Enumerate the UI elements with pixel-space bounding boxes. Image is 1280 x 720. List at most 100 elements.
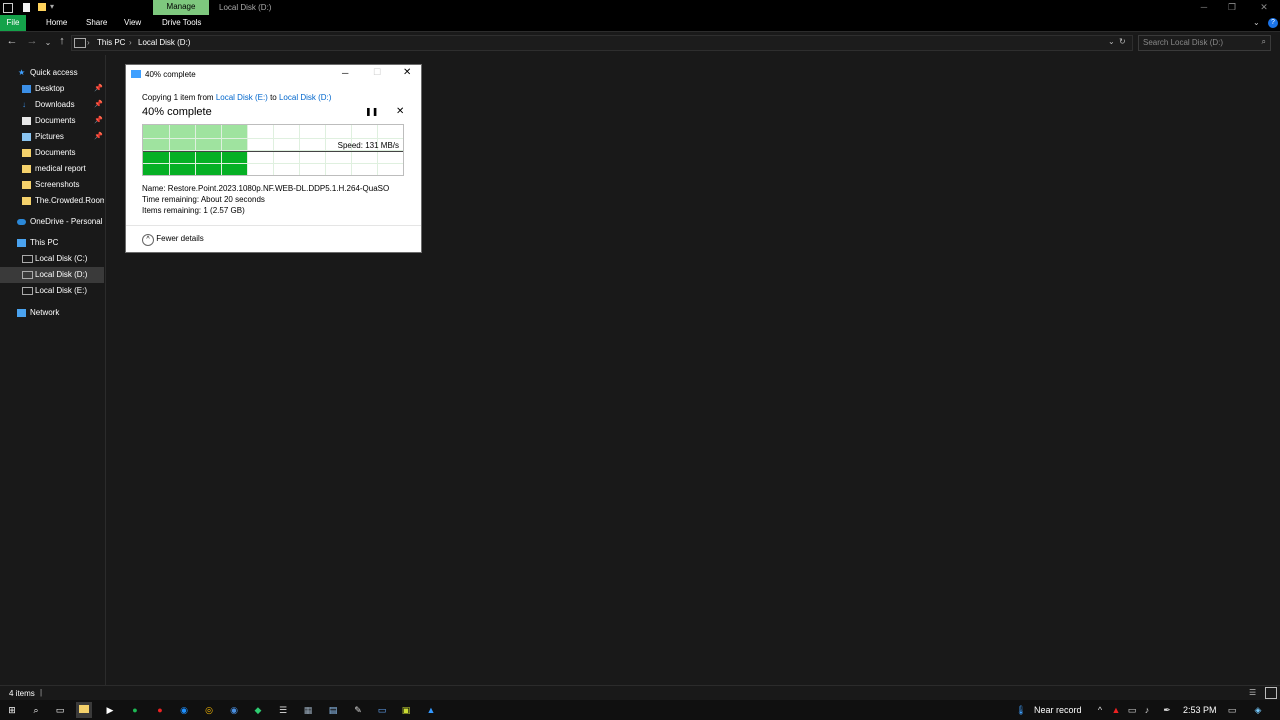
sidebar-item-documents[interactable]: Documents [0,145,104,161]
grid-line [143,137,403,139]
copying-summary: Copying 1 item from Local Disk (E:) to L… [142,93,332,102]
search-icon[interactable]: ⌕ [28,702,44,718]
file-explorer-taskbar-icon[interactable] [76,702,92,718]
dialog-minimize-button[interactable]: ─ [342,68,348,78]
large-icons-view-icon[interactable] [1265,687,1277,699]
record-icon[interactable]: ● [152,702,168,718]
image-viewer-icon[interactable]: ▦ [300,702,316,718]
minimize-button[interactable]: ─ [1190,0,1218,15]
fewer-details-button[interactable]: ^ Fewer details [142,234,204,246]
recent-locations-icon[interactable]: ⌄ [41,38,55,47]
tab-share[interactable]: Share [80,15,113,31]
restore-button[interactable]: ❐ [1218,0,1246,15]
dialog-close-button[interactable]: ✕ [403,67,411,78]
edge-icon[interactable]: ◉ [176,702,192,718]
window-title: Local Disk (D:) [219,3,272,12]
sticky-notes-icon[interactable]: ▣ [398,702,414,718]
sidebar-network[interactable]: Network [0,305,104,321]
browser-icon[interactable]: ◉ [226,702,242,718]
pen-workspace-icon[interactable]: ✒ [1159,702,1175,718]
sidebar-onedrive[interactable]: OneDrive - Personal [0,214,104,230]
sidebar-item-medical-report[interactable]: medical report [0,161,104,177]
up-icon[interactable]: ↑ [55,35,69,47]
time-row: Time remaining: About 20 seconds [142,195,265,204]
tab-file[interactable]: File [0,15,26,31]
back-icon[interactable]: ← [5,35,19,47]
tab-drive-tools[interactable]: Drive Tools [156,15,207,31]
copy-progress-dialog: 40% complete ─ ☐ ✕ Copying 1 item from L… [125,64,422,253]
photos-icon[interactable]: ▤ [325,702,341,718]
sidebar-drive-d[interactable]: Local Disk (D:) [0,267,104,283]
pen-icon[interactable]: ✎ [350,702,366,718]
sidebar-item-downloads[interactable]: ↓ Downloads 📌 [0,97,104,113]
taskbar [0,700,1280,720]
star-icon: ★ [18,68,26,77]
task-view-icon[interactable]: ▭ [52,702,68,718]
thermometer-icon[interactable]: 🌡 [1013,702,1029,718]
start-icon[interactable]: ⊞ [4,702,20,718]
network-icon [17,309,26,317]
sidebar-item-desktop[interactable]: Desktop 📌 [0,81,104,97]
folder-icon [79,705,89,713]
destination-link[interactable]: Local Disk (D:) [279,93,331,102]
computer-icon [17,239,26,247]
sidebar-item-screenshots[interactable]: Screenshots [0,177,104,193]
chevron-up-icon: ^ [142,234,154,246]
breadcrumb-separator-icon: › [129,38,132,47]
copilot-icon[interactable]: ◈ [1250,702,1266,718]
search-icon[interactable]: ⌕ [1262,37,1266,47]
tab-view[interactable]: View [118,15,147,31]
sidebar-item-pictures[interactable]: Pictures 📌 [0,129,104,145]
address-dropdown-icon[interactable]: ⌄ [1108,37,1115,46]
file-name: Restore.Point.2023.1080p.NF.WEB-DL.DDP5.… [167,184,390,193]
spotify-icon[interactable]: ● [127,702,143,718]
details-view-icon[interactable]: ☰ [1249,688,1256,697]
sidebar-item-the-crowded-room[interactable]: The.Crowded.Room [0,193,104,209]
forward-icon[interactable]: → [25,35,39,47]
cancel-copy-button[interactable]: ✕ [396,106,404,117]
folder-icon [22,197,31,205]
network-tray-icon[interactable]: ▭ [1124,702,1140,718]
tab-home[interactable]: Home [40,15,73,31]
cloud-icon [17,219,26,225]
pause-button[interactable]: ❚❚ [365,107,378,116]
sidebar-drive-c[interactable]: Local Disk (C:) [0,251,104,267]
clock[interactable]: 2:53 PM [1183,705,1217,715]
sidebar-drive-e[interactable]: Local Disk (E:) [0,283,104,299]
speed-line [143,151,403,152]
sidebar-this-pc[interactable]: This PC [0,235,104,251]
volume-icon[interactable]: ♪ [1139,702,1155,718]
items-row: Items remaining: 1 (2.57 GB) [142,206,245,215]
chevron-up-icon[interactable]: ^ [1092,702,1108,718]
app-store-icon[interactable]: ▲ [423,702,439,718]
expand-ribbon-icon[interactable]: ⌄ [1253,18,1260,27]
breadcrumb-local-disk-d[interactable]: Local Disk (D:) [138,38,190,47]
manage-contextual-tab[interactable]: Manage [153,0,209,15]
help-icon[interactable]: ? [1268,18,1278,28]
refresh-icon[interactable]: ↻ [1119,37,1126,46]
search-box[interactable]: Search Local Disk (D:) ⌕ [1138,35,1271,51]
pin-icon: 📌 [94,85,103,92]
drive-icon [74,38,86,48]
notes-icon[interactable]: ☰ [275,702,291,718]
quick-toolbar-dropdown-icon[interactable]: ▾ [50,2,54,11]
app-icon[interactable]: ◆ [250,702,266,718]
weather-text[interactable]: Near record [1034,705,1082,715]
source-link[interactable]: Local Disk (E:) [216,93,268,102]
close-window-button[interactable]: ✕ [1250,0,1278,15]
speed-graph: Speed: 131 MB/s [142,124,404,176]
tray-app-icon[interactable]: ▲ [1108,702,1124,718]
explorer-app-icon [3,3,13,13]
properties-icon[interactable] [23,3,30,12]
sidebar-item-documents-pinned[interactable]: Documents 📌 [0,113,104,129]
keyboard-icon[interactable]: ▭ [374,702,390,718]
breadcrumb-this-pc[interactable]: This PC [97,38,125,47]
chrome-icon[interactable]: ◎ [201,702,217,718]
pictures-icon [22,133,31,141]
media-player-icon[interactable]: ▶ [102,702,118,718]
drive-icon [22,271,33,279]
sidebar-quick-access[interactable]: ★ Quick access [0,65,104,81]
notifications-icon[interactable]: ▭ [1224,702,1240,718]
address-bar[interactable]: › This PC › Local Disk (D:) ⌄ ↻ [71,35,1133,51]
new-folder-icon[interactable] [38,3,46,11]
